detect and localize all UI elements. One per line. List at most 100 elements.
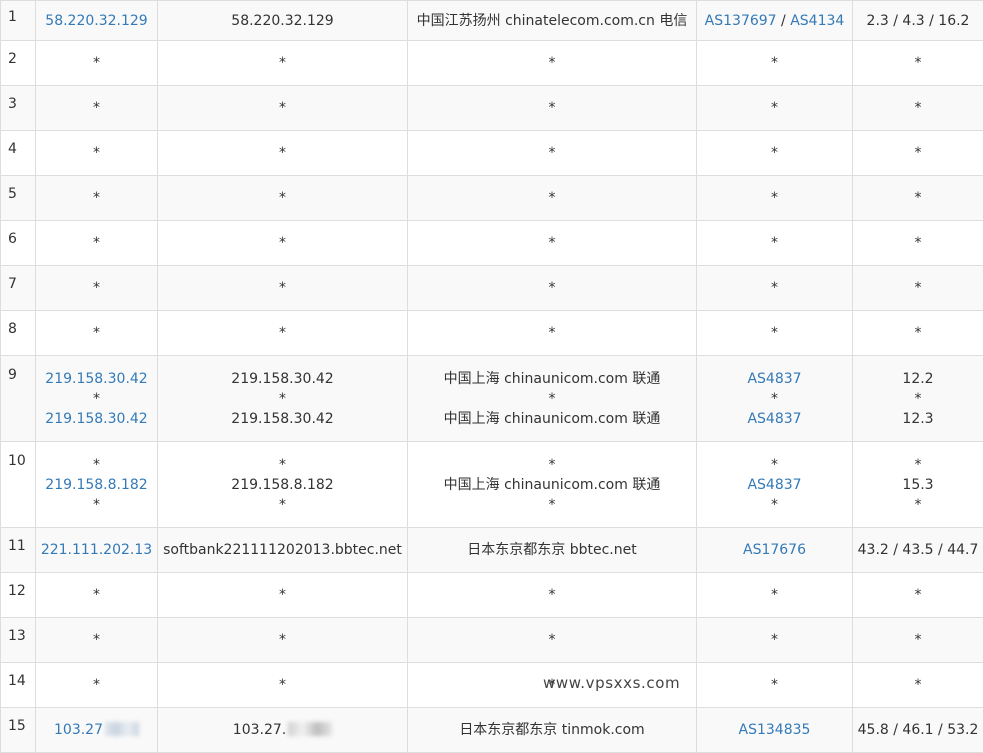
ip-cell: * 219.158.8.182 * (36, 442, 158, 528)
asn-link[interactable]: AS134835 (739, 722, 811, 738)
hostname-line: * (158, 495, 407, 515)
latency-cell: * (853, 41, 983, 86)
hostname-cell: * (158, 266, 408, 311)
ip-cell: * (36, 663, 158, 708)
location-line: 中国上海 chinaunicom.com 联通 (408, 369, 696, 389)
asn-link[interactable]: AS4837 (747, 371, 801, 387)
ip-cell: * (36, 618, 158, 663)
asn-link[interactable]: AS17676 (743, 542, 806, 558)
hostname-cell: * (158, 618, 408, 663)
hop-number: 14 (1, 663, 36, 708)
asn-link[interactable]: AS4837 (747, 411, 801, 427)
asn-cell: AS17676 (697, 528, 853, 573)
location-cell: * www.vpsxxs.com (408, 663, 697, 708)
location-cell: 日本东京都东京 bbtec.net (408, 528, 697, 573)
hop-number: 5 (1, 176, 36, 221)
asn-link[interactable]: AS4837 (747, 477, 801, 493)
ip-cell: * (36, 311, 158, 356)
asn-link[interactable]: AS137697 (705, 13, 777, 29)
table-row: 12 * * * * * (1, 573, 983, 618)
latency-cell: * (853, 573, 983, 618)
ip-cell: * (36, 266, 158, 311)
asn-cell: * (697, 131, 853, 176)
ip-link[interactable]: 219.158.30.42 (45, 411, 147, 427)
asn-cell: AS4837 * AS4837 (697, 356, 853, 442)
latency-cell: 2.3 / 4.3 / 16.2 (853, 1, 983, 41)
asn-cell: * AS4837 * (697, 442, 853, 528)
table-row: 4 * * * * * (1, 131, 983, 176)
hop-number: 3 (1, 86, 36, 131)
watermark-text: www.vpsxxs.com (543, 673, 680, 693)
latency-cell: 12.2 * 12.3 (853, 356, 983, 442)
location-cell: * (408, 176, 697, 221)
ip-link[interactable]: 219.158.30.42 (45, 371, 147, 387)
hostname-line: 219.158.30.42 (158, 409, 407, 429)
hop-number: 13 (1, 618, 36, 663)
latency-cell: * (853, 221, 983, 266)
ip-link[interactable]: 103.27 (54, 722, 103, 738)
ip-link[interactable]: 219.158.8.182 (45, 477, 147, 493)
hostname-line: * (158, 455, 407, 475)
asn-separator: / (777, 13, 791, 29)
hostname-line: * (158, 389, 407, 409)
asn-cell: * (697, 221, 853, 266)
redacted-blur (288, 722, 332, 736)
traceroute-table: 1 58.220.32.129 58.220.32.129 中国江苏扬州 chi… (0, 0, 983, 753)
table-row: 8 * * * * * (1, 311, 983, 356)
location-cell: * (408, 221, 697, 266)
table-row: 1 58.220.32.129 58.220.32.129 中国江苏扬州 chi… (1, 1, 983, 41)
ip-cell: * (36, 221, 158, 266)
ip-cell: * (36, 41, 158, 86)
asn-cell: * (697, 266, 853, 311)
latency-cell: * (853, 266, 983, 311)
asn-cell: AS134835 (697, 708, 853, 753)
table-row: 6 * * * * * (1, 221, 983, 266)
ip-cell: 58.220.32.129 (36, 1, 158, 41)
hostname-cell: * (158, 663, 408, 708)
location-line: * (408, 495, 696, 515)
location-cell: * (408, 131, 697, 176)
hop-number: 11 (1, 528, 36, 573)
hop-number: 9 (1, 356, 36, 442)
table-row: 3 * * * * * (1, 86, 983, 131)
ip-cell: * (36, 176, 158, 221)
asn-link[interactable]: AS4134 (790, 13, 844, 29)
table-row: 5 * * * * * (1, 176, 983, 221)
ip-cell: * (36, 131, 158, 176)
table-row: 13 * * * * * (1, 618, 983, 663)
location-cell: 中国上海 chinaunicom.com 联通 * 中国上海 chinaunic… (408, 356, 697, 442)
latency-cell: * 15.3 * (853, 442, 983, 528)
latency-line: * (853, 455, 983, 475)
location-cell: 日本东京都东京 tinmok.com (408, 708, 697, 753)
ip-cell: 219.158.30.42 * 219.158.30.42 (36, 356, 158, 442)
ip-cell: * (36, 86, 158, 131)
location-line: 中国上海 chinaunicom.com 联通 (408, 475, 696, 495)
table-row: 10 * 219.158.8.182 * * 219.158.8.182 * *… (1, 442, 983, 528)
hop-number: 7 (1, 266, 36, 311)
ip-star: * (36, 389, 157, 409)
hostname-cell: 219.158.30.42 * 219.158.30.42 (158, 356, 408, 442)
asn-cell: * (697, 311, 853, 356)
asn-cell: * (697, 663, 853, 708)
asn-cell: * (697, 86, 853, 131)
location-cell: * (408, 41, 697, 86)
hostname-cell: * (158, 221, 408, 266)
location-line: * (408, 455, 696, 475)
location-cell: * (408, 86, 697, 131)
ip-star: * (36, 495, 157, 515)
location-cell: * (408, 266, 697, 311)
table-row: 7 * * * * * (1, 266, 983, 311)
asn-star: * (697, 455, 852, 475)
asn-cell: * (697, 573, 853, 618)
hostname-cell: * (158, 176, 408, 221)
hop-number: 8 (1, 311, 36, 356)
location-cell: * (408, 311, 697, 356)
ip-link[interactable]: 221.111.202.13 (41, 542, 152, 558)
latency-line: 15.3 (853, 475, 983, 495)
hostname-cell: * (158, 41, 408, 86)
hostname-cell: * (158, 86, 408, 131)
ip-link[interactable]: 58.220.32.129 (45, 13, 147, 29)
hop-number: 15 (1, 708, 36, 753)
ip-star: * (36, 455, 157, 475)
hostname-line: 219.158.30.42 (158, 369, 407, 389)
